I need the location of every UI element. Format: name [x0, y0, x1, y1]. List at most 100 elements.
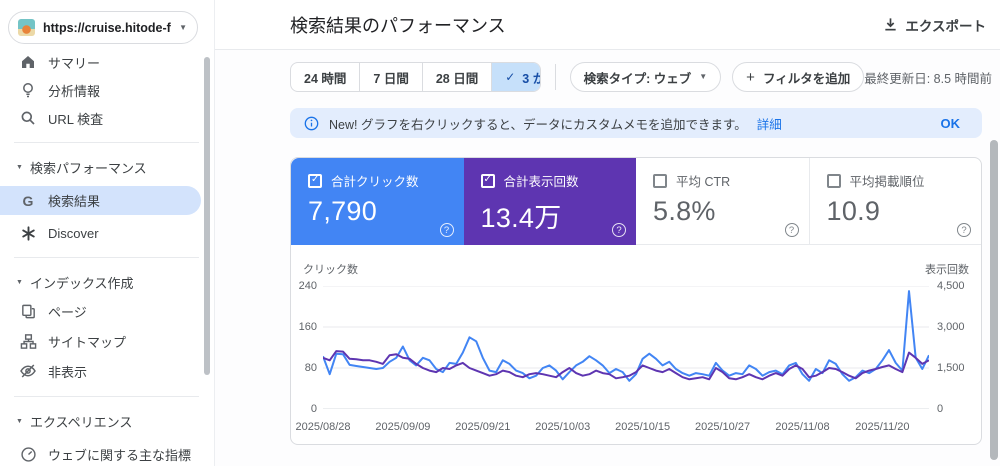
axis-tick: 240 — [298, 280, 317, 292]
sidebar-divider — [14, 257, 199, 258]
page-scrollbar[interactable] — [990, 140, 998, 460]
checkbox-unchecked-icon[interactable] — [826, 173, 841, 188]
banner-ok-button[interactable]: OK — [941, 116, 961, 131]
axis-tick: 4,500 — [937, 280, 965, 292]
filter-toolbar: 24 時間 7 日間 28 日間 ✓ 3 か月 詳細 ▼ 検索タイプ: ウェブ … — [290, 62, 992, 92]
x-axis-label: 2025/10/15 — [615, 421, 671, 433]
last-updated-text: 最終更新日: 8.5 時間前 — [864, 71, 992, 86]
checkbox-checked-icon[interactable] — [308, 173, 322, 188]
right-axis-title: 表示回数 — [925, 264, 969, 276]
sidebar-item-label: ページ — [48, 304, 87, 320]
sidebar-divider — [14, 142, 199, 143]
check-icon: ✓ — [505, 70, 516, 84]
metric-value: 7,790 — [308, 196, 378, 226]
x-axis-label: 2025/09/21 — [455, 421, 511, 433]
export-button[interactable]: エクスポート — [883, 15, 986, 35]
axis-tick: 3,000 — [937, 321, 965, 333]
sidebar-item-url-inspection[interactable]: URL 検査 — [0, 104, 214, 132]
x-axis-label: 2025/10/03 — [535, 421, 591, 433]
range-7d-button[interactable]: 7 日間 — [360, 63, 423, 91]
section-experience[interactable]: ▼ エクスペリエンス — [0, 407, 214, 435]
range-28d-button[interactable]: 28 日間 — [423, 63, 493, 91]
sidebar-item-label: 非表示 — [48, 364, 88, 380]
search-type-chip[interactable]: 検索タイプ: ウェブ ▼ — [569, 62, 722, 92]
section-collapse-icon: ▼ — [16, 417, 23, 425]
performance-chart[interactable]: クリック数 表示回数 0 80 160 240 0 1,500 3,000 4,500 2025… — [291, 259, 981, 444]
sidebar-item-label: ウェブに関する主な指標 — [48, 447, 192, 463]
x-axis-label: 2025/10/27 — [695, 421, 751, 433]
section-indexing[interactable]: ▼ インデックス作成 — [0, 268, 214, 296]
asterisk-icon — [19, 224, 37, 242]
metric-value: 5.8% — [653, 196, 716, 226]
sidebar-item-pages[interactable]: ページ — [0, 296, 214, 326]
axis-tick: 160 — [298, 321, 317, 333]
help-icon[interactable] — [439, 223, 454, 237]
metric-card-total-impressions[interactable]: 合計表示回数 13.4万 — [463, 158, 636, 245]
sidebar-item-insights[interactable]: 分析情報 — [0, 76, 214, 104]
pages-icon — [19, 302, 37, 320]
checkbox-unchecked-icon[interactable] — [653, 173, 667, 188]
range-24h-button[interactable]: 24 時間 — [291, 63, 361, 91]
sidebar-item-core-web-vitals[interactable]: ウェブに関する主な指標 — [0, 439, 214, 466]
help-icon[interactable] — [612, 223, 626, 237]
metric-card-total-clicks[interactable]: 合計クリック数 7,790 — [291, 158, 464, 245]
sidebar-item-label: URL 検査 — [48, 111, 104, 127]
performance-panel: 合計クリック数 7,790 合計表示回数 13.4万 平 — [290, 157, 982, 445]
export-label: エクスポート — [905, 18, 986, 34]
axis-tick: 1,500 — [937, 362, 965, 374]
metric-card-average-position[interactable]: 平均掲載順位 10.9 — [808, 158, 982, 245]
eye-off-icon — [19, 362, 37, 380]
page-title: 検索結果のパフォーマンス — [290, 15, 506, 36]
axis-tick: 80 — [304, 362, 317, 374]
search-type-label: 検索タイプ: ウェブ — [583, 71, 692, 86]
banner-details-link[interactable]: 詳細 — [757, 114, 782, 133]
site-favicon — [18, 19, 35, 36]
range-3m-button[interactable]: ✓ 3 か月 — [492, 63, 540, 91]
add-filter-label: フィルタを追加 — [762, 71, 851, 86]
info-icon — [304, 116, 319, 131]
chevron-down-icon: ▼ — [699, 72, 708, 81]
add-filter-chip[interactable]: + フィルタを追加 — [732, 62, 865, 92]
notification-banner: New! グラフを右クリックすると、データにカスタムメモを追加できます。 詳細 … — [290, 108, 982, 138]
sidebar-scrollbar[interactable] — [204, 57, 210, 375]
checkbox-checked-icon[interactable] — [480, 173, 495, 188]
banner-text: New! グラフを右クリックすると、データにカスタムメモを追加できます。 — [329, 117, 747, 132]
sidebar-item-sitemaps[interactable]: サイトマップ — [0, 326, 214, 356]
sidebar-divider — [14, 396, 199, 397]
sidebar-item-summary[interactable]: サマリー — [0, 48, 214, 76]
help-icon[interactable] — [957, 223, 971, 237]
sidebar-item-search-results[interactable]: G 検索結果 — [0, 186, 201, 215]
sidebar: https://cruise.hitode-fe... ▼ サマリー 分析情報 — [0, 0, 215, 466]
metric-label: 合計クリック数 — [331, 175, 419, 189]
sidebar-item-label: サイトマップ — [48, 334, 127, 350]
toolbar-divider — [554, 64, 556, 90]
property-url: https://cruise.hitode-fe... — [43, 20, 171, 35]
chevron-down-icon: ▼ — [179, 22, 187, 32]
main-content: 検索結果のパフォーマンス エクスポート 24 時間 7 日間 28 日間 ✓ 3… — [215, 0, 1000, 466]
metric-value: 10.9 — [826, 196, 881, 226]
section-search-performance[interactable]: ▼ 検索パフォーマンス — [0, 153, 214, 181]
sidebar-item-removals[interactable]: 非表示 — [0, 356, 214, 386]
sidebar-item-label: 検索結果 — [48, 194, 101, 209]
search-icon — [19, 109, 37, 127]
property-selector[interactable]: https://cruise.hitode-fe... ▼ — [8, 11, 198, 44]
sidebar-item-discover[interactable]: Discover — [0, 219, 214, 247]
metric-value: 13.4万 — [480, 203, 562, 233]
metric-card-average-ctr[interactable]: 平均 CTR 5.8% — [636, 158, 809, 245]
x-axis-label: 2025/11/08 — [775, 421, 830, 433]
range-3m-label: 3 か月 — [522, 71, 540, 86]
section-label: 検索パフォーマンス — [29, 160, 147, 176]
metric-label: 平均 CTR — [676, 175, 731, 189]
download-arrow — [887, 18, 895, 28]
plus-icon: + — [746, 68, 755, 86]
sidebar-item-label: 分析情報 — [48, 83, 101, 99]
section-collapse-icon: ▼ — [16, 163, 23, 171]
metric-label: 平均掲載順位 — [849, 175, 925, 189]
chart-plot-area[interactable] — [322, 285, 930, 410]
section-label: インデックス作成 — [29, 275, 134, 291]
gauge-icon — [19, 445, 37, 463]
x-axis-label: 2025/08/28 — [295, 421, 351, 433]
section-label: エクスペリエンス — [29, 414, 133, 430]
sitemap-icon — [19, 332, 37, 350]
help-icon[interactable] — [784, 223, 799, 237]
